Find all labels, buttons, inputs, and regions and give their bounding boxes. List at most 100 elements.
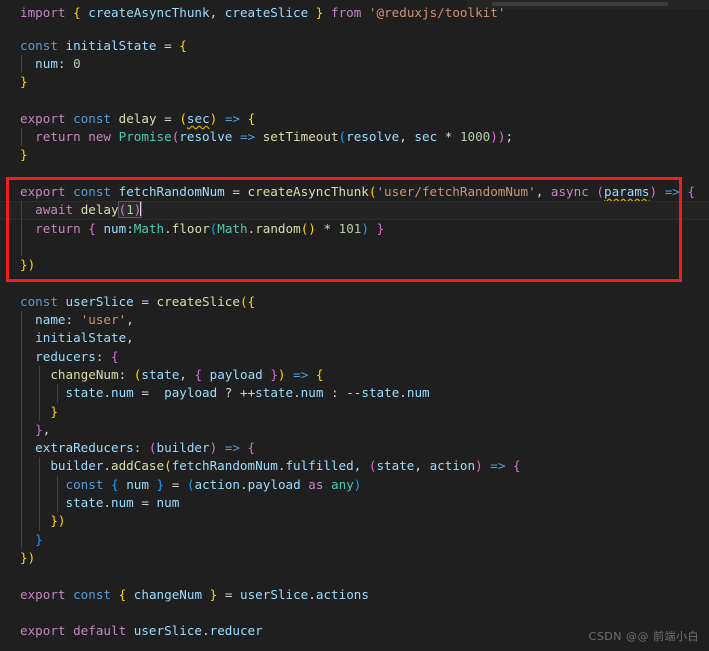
token-identifier: builder bbox=[50, 458, 104, 474]
code-editor[interactable]: import { createAsyncThunk, createSlice }… bbox=[0, 0, 709, 651]
code-line-blank[interactable] bbox=[0, 604, 709, 622]
code-line[interactable]: reducers: { bbox=[0, 347, 709, 366]
token-paren: ) bbox=[649, 183, 658, 199]
token-keyword: await bbox=[35, 202, 74, 218]
token-paren: () bbox=[300, 220, 316, 236]
code-line[interactable]: const userSlice = createSlice({ bbox=[0, 293, 709, 311]
code-line[interactable]: builder.addCase(fetchRandomNum.fulfilled… bbox=[0, 457, 709, 476]
indent-guide bbox=[21, 365, 22, 385]
token-function: random bbox=[255, 220, 301, 236]
token-brace: { bbox=[247, 110, 256, 126]
token-keyword: export bbox=[20, 110, 66, 126]
indent-guide bbox=[21, 457, 22, 476]
code-surface[interactable]: import { createAsyncThunk, createSlice }… bbox=[0, 0, 709, 651]
token-brace: } bbox=[50, 403, 58, 419]
code-line-blank[interactable] bbox=[0, 567, 709, 585]
indent-guide bbox=[21, 420, 22, 440]
code-line[interactable]: } bbox=[0, 73, 709, 91]
token-paren: ) bbox=[475, 458, 483, 474]
code-line[interactable]: }) bbox=[0, 512, 709, 531]
code-line[interactable]: export const fetchRandomNum = createAsyn… bbox=[0, 183, 709, 201]
code-line[interactable]: state.num = payload ? ++state.num : --st… bbox=[0, 384, 709, 403]
token-brace: } bbox=[156, 476, 165, 492]
token-increment: ++ bbox=[239, 385, 256, 401]
token-comma: , bbox=[414, 458, 422, 474]
code-line-blank[interactable] bbox=[0, 237, 709, 257]
token-keyword: const bbox=[73, 183, 112, 199]
code-line[interactable]: initialState, bbox=[0, 329, 709, 348]
code-line[interactable]: changeNum: (state, { payload }) => { bbox=[0, 365, 709, 385]
token-brace: { bbox=[687, 183, 696, 199]
code-line-blank[interactable] bbox=[0, 165, 709, 183]
token-parameter: state bbox=[141, 366, 180, 382]
token-dot: . bbox=[399, 385, 407, 401]
bracket-match-highlight: (1) bbox=[117, 201, 143, 219]
token-brace: { bbox=[513, 458, 521, 474]
token-brace: } bbox=[315, 5, 324, 20]
code-line[interactable]: const initialState = { bbox=[0, 37, 709, 55]
token-arrow: => bbox=[490, 458, 506, 474]
code-line[interactable]: import { createAsyncThunk, createSlice }… bbox=[0, 4, 709, 22]
token-property: num bbox=[111, 495, 134, 511]
token-operator: = bbox=[164, 37, 172, 53]
indent-guide bbox=[39, 457, 40, 476]
code-line[interactable]: }) bbox=[0, 256, 709, 274]
token-parameter: params bbox=[604, 183, 650, 199]
token-function: floor bbox=[171, 220, 210, 236]
token-brace: }) bbox=[20, 549, 36, 565]
code-line[interactable]: } bbox=[0, 402, 709, 421]
code-line[interactable]: }) bbox=[0, 549, 709, 567]
token-brace: { bbox=[73, 5, 81, 20]
code-line[interactable]: export const delay = (sec) => { bbox=[0, 110, 709, 128]
token-comma: , bbox=[126, 312, 134, 328]
code-line[interactable]: name: 'user', bbox=[0, 311, 709, 330]
token-function: delay bbox=[118, 110, 157, 126]
token-identifier: createAsyncThunk bbox=[88, 5, 210, 20]
code-line[interactable]: } bbox=[0, 530, 709, 549]
token-brace: } bbox=[35, 421, 43, 437]
code-line[interactable]: }, bbox=[0, 420, 709, 440]
token-dot: . bbox=[202, 623, 210, 639]
token-operator: * bbox=[323, 220, 332, 236]
code-line[interactable]: } bbox=[0, 146, 709, 164]
indent-guide bbox=[21, 54, 22, 74]
code-line[interactable]: num: 0 bbox=[0, 54, 709, 74]
token-string: '@reduxjs/toolkit' bbox=[368, 5, 506, 20]
code-line[interactable]: return new Promise(resolve => setTimeout… bbox=[0, 128, 709, 147]
token-brace: } bbox=[209, 586, 218, 602]
token-comma: , bbox=[42, 421, 51, 437]
code-line-blank[interactable] bbox=[0, 274, 709, 292]
token-keyword: export bbox=[20, 183, 66, 199]
token-paren: ( bbox=[179, 110, 187, 126]
token-arrow: => bbox=[224, 440, 240, 456]
code-line[interactable]: state.num = num bbox=[0, 494, 709, 513]
indent-guide bbox=[21, 311, 22, 330]
token-paren: )) bbox=[490, 129, 506, 145]
token-brace: { bbox=[194, 366, 203, 382]
token-keyword: const bbox=[73, 586, 112, 602]
token-keyword: return bbox=[35, 129, 81, 145]
indent-guide bbox=[57, 384, 58, 403]
token-class: Math bbox=[217, 220, 248, 236]
token-keyword: const bbox=[65, 476, 104, 492]
code-line[interactable]: const { num } = (action.payload as any) bbox=[0, 475, 709, 495]
code-line-active[interactable]: await delay(1) bbox=[0, 201, 709, 220]
token-comma: , bbox=[353, 458, 362, 474]
code-line[interactable]: extraReducers: (builder) => { bbox=[0, 439, 709, 458]
indent-guide bbox=[21, 329, 22, 348]
token-operator: = bbox=[224, 586, 233, 602]
token-arrow: => bbox=[293, 366, 309, 382]
code-line[interactable]: return { num:Math.floor(Math.random() * … bbox=[0, 219, 709, 238]
code-line[interactable]: export const { changeNum } = userSlice.a… bbox=[0, 586, 709, 604]
token-property: reducer bbox=[209, 623, 263, 639]
code-line-blank[interactable] bbox=[0, 91, 709, 109]
token-brace: { bbox=[118, 586, 127, 602]
token-brace: } bbox=[20, 147, 28, 163]
token-property: num bbox=[300, 385, 324, 401]
token-brace: { bbox=[247, 440, 256, 456]
indent-guide bbox=[39, 402, 40, 421]
token-identifier: userSlice bbox=[65, 293, 134, 309]
token-parameter: sec bbox=[186, 110, 210, 126]
token-identifier: num bbox=[156, 495, 180, 511]
token-identifier: userSlice bbox=[240, 586, 309, 602]
